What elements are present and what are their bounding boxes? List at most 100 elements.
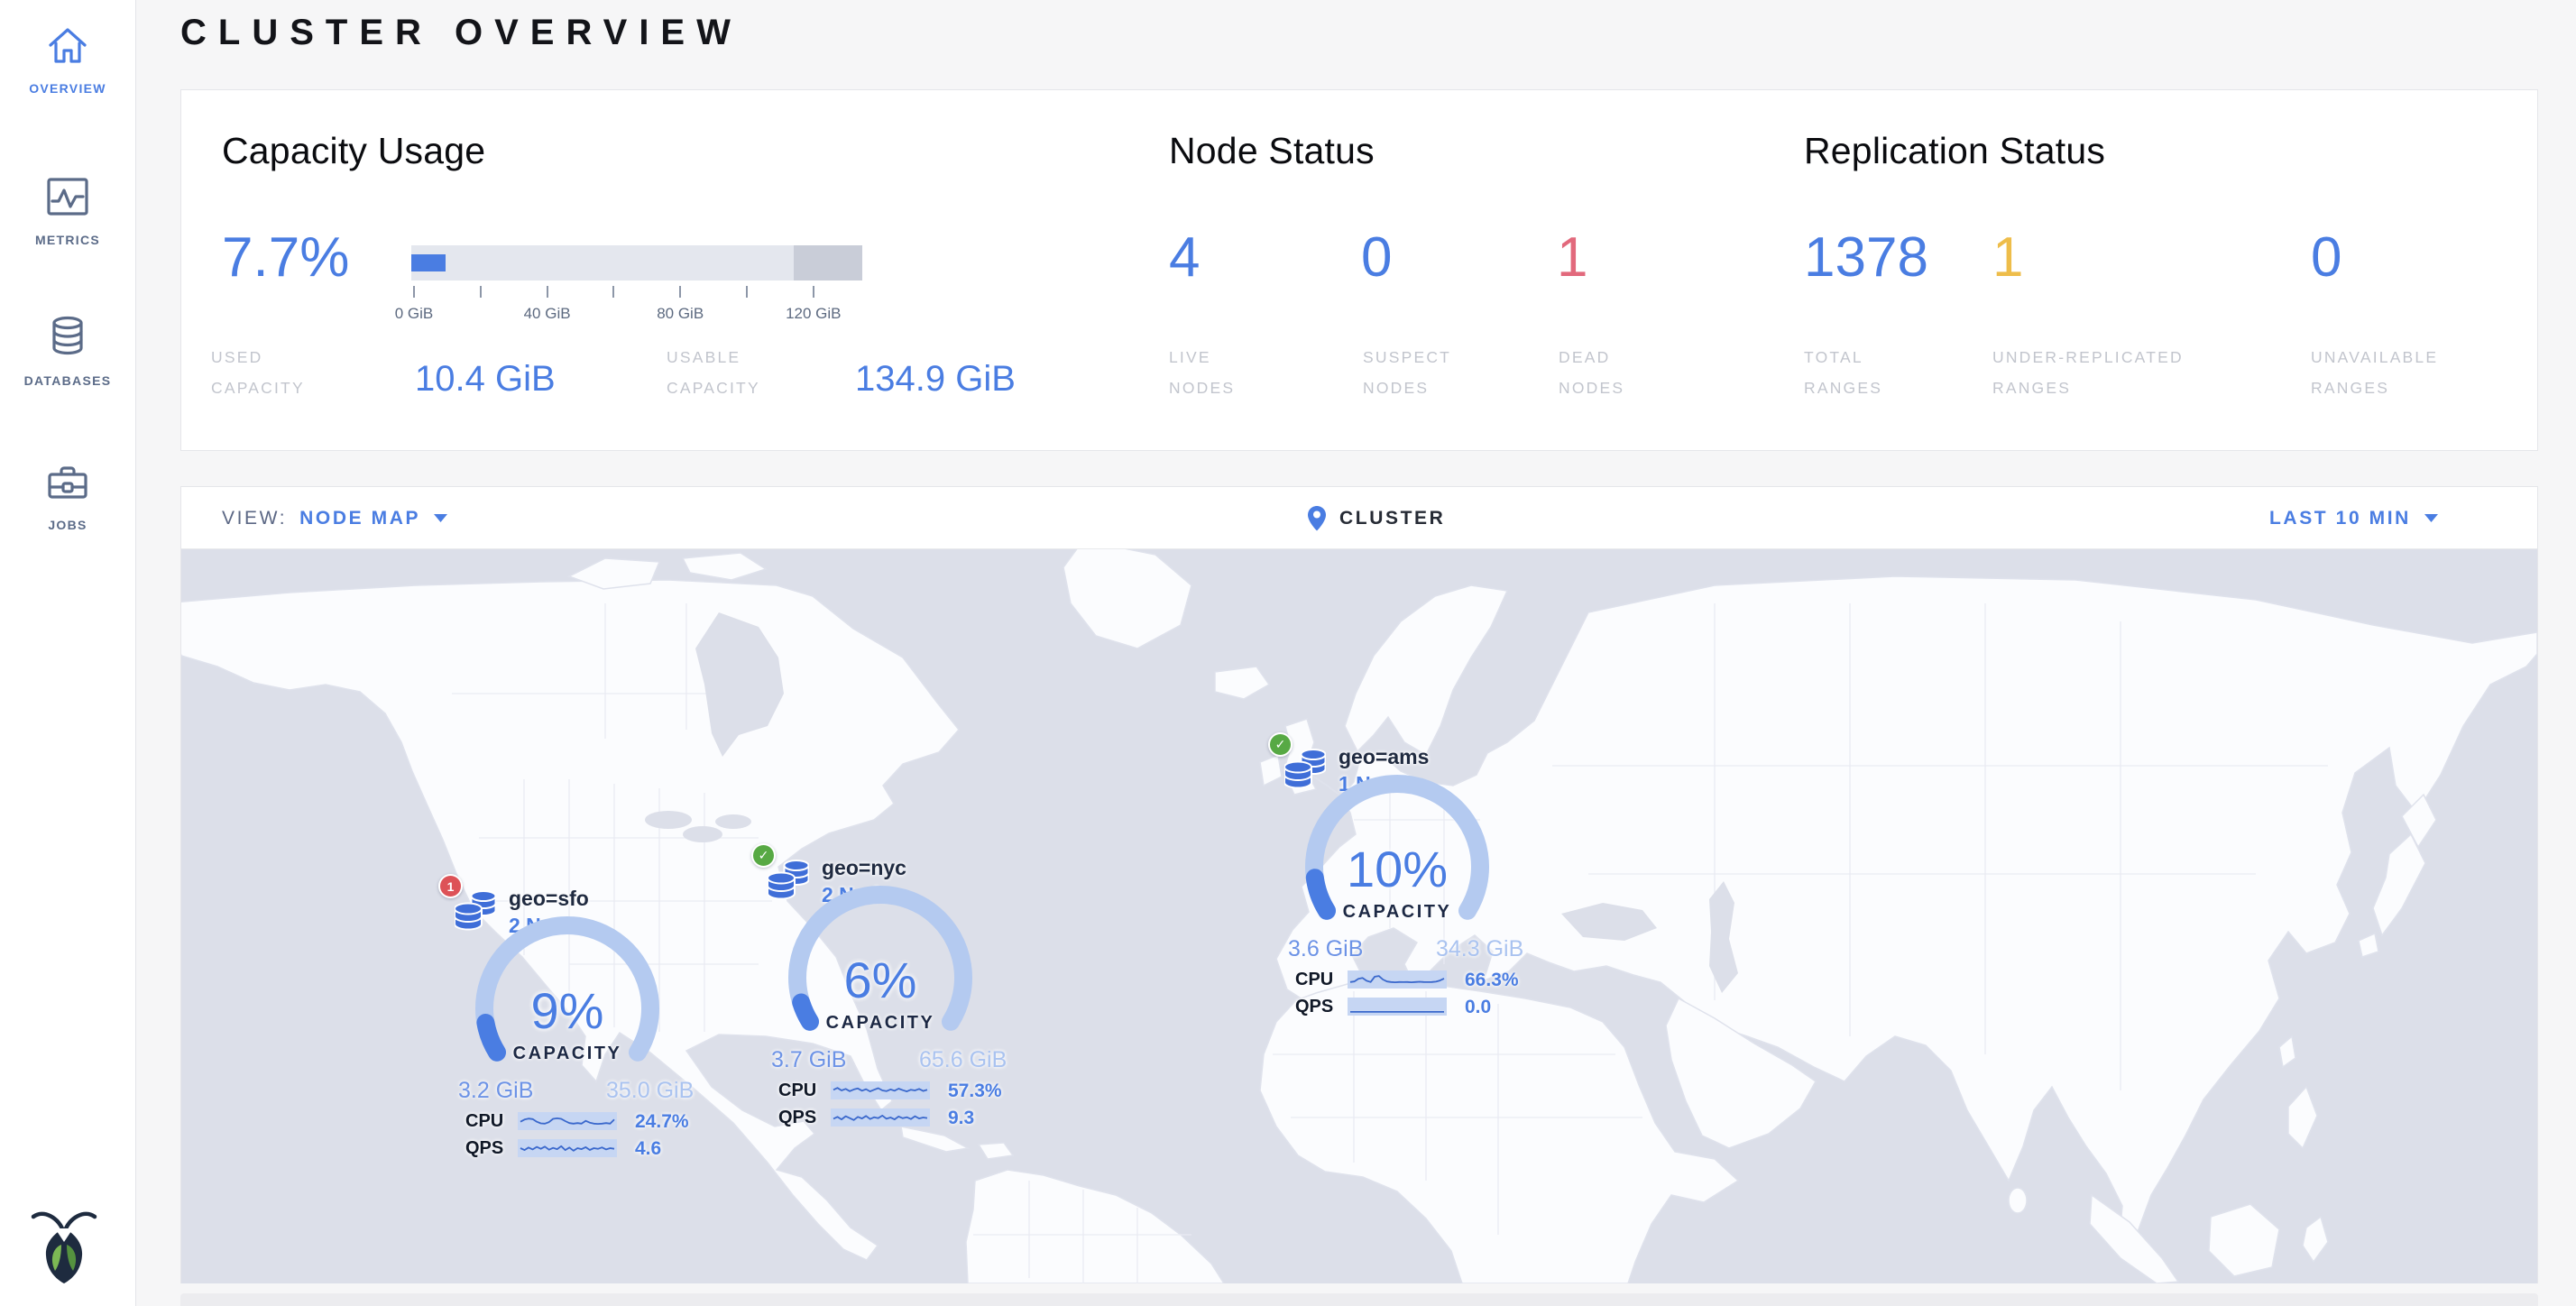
database-stack-icon [768,860,809,901]
map-breadcrumb: CLUSTER [1307,487,1445,549]
view-label: VIEW: [222,508,287,529]
sidebar-item-metrics[interactable]: METRICS [0,171,135,247]
sidebar-item-label: OVERVIEW [0,81,135,96]
locality-nyc[interactable]: ✓ geo=nyc 2 Nodes 6% CAPACITY 3.7 GiB 65… [751,843,1049,1141]
used-capacity-label: USED CAPACITY [211,342,305,403]
qps-label: QPS [465,1138,503,1159]
time-range-selector[interactable]: LAST 10 MIN [2269,487,2439,549]
under-replicated-ranges-count: 1 [1992,230,2023,286]
live-nodes-label: LIVE NODES [1169,342,1235,403]
capacity-bar [411,245,862,281]
home-icon [42,20,93,70]
locality-name: geo=ams [1339,745,1429,769]
capacity-total: 34.3 GiB [1436,936,1523,962]
cpu-label: CPU [1295,970,1333,990]
cpu-label: CPU [465,1111,503,1132]
capacity-percent: 7.7% [222,230,349,286]
qps-value: 9.3 [948,1108,974,1129]
healthy-badge: ✓ [751,843,776,868]
capacity-percent: 6% [808,955,952,1006]
under-replicated-ranges-label: UNDER-REPLICATED RANGES [1992,342,2184,403]
axis-tick-label: 0 GiB [395,305,434,323]
sidebar-item-label: DATABASES [0,373,135,388]
sidebar-item-label: METRICS [0,233,135,247]
locality-name: geo=sfo [509,887,589,911]
map-toolbar: VIEW: NODE MAP CLUSTER LAST 10 MIN [181,487,2537,549]
qps-label: QPS [1295,997,1333,1017]
node-status-title: Node Status [1169,130,1375,172]
locality-ams[interactable]: ✓ geo=ams 1 Node 10% CAPACITY 3.6 GiB 34… [1268,732,1566,1030]
sidebar-item-jobs[interactable]: JOBS [0,456,135,532]
axis-tick [679,286,681,298]
page-title: CLUSTER OVERVIEW [180,13,742,53]
suspect-nodes-count: 0 [1361,230,1392,286]
cpu-metric-row: CPU 66.3% [1268,969,1566,992]
capacity-total: 35.0 GiB [606,1078,694,1104]
qps-metric-row: QPS 9.3 [751,1107,1049,1130]
capacity-bar-fill [411,254,446,271]
dead-nodes-label: DEAD NODES [1559,342,1624,403]
unavailable-ranges-count: 0 [2311,230,2341,286]
cockroachdb-logo[interactable] [27,1205,101,1284]
axis-tick-label: 80 GiB [657,305,704,323]
capacity-caption: CAPACITY [790,1013,971,1034]
total-ranges-count: 1378 [1804,230,1928,286]
database-icon [42,312,93,363]
healthy-badge: ✓ [1268,732,1293,757]
capacity-percent: 9% [495,986,639,1036]
cpu-value: 66.3% [1465,970,1519,991]
axis-tick-label: 40 GiB [524,305,571,323]
usable-capacity-value: 134.9 GiB [855,361,1016,397]
briefcase-icon [42,456,93,507]
chevron-down-icon [433,513,448,523]
qps-metric-row: QPS 0.0 [1268,996,1566,1019]
database-stack-icon [455,890,496,932]
sidebar-item-databases[interactable]: DATABASES [0,312,135,388]
capacity-used: 3.2 GiB [458,1078,533,1104]
cpu-sparkline [518,1112,617,1130]
sidebar-item-label: JOBS [0,518,135,532]
cpu-sparkline [831,1081,930,1099]
replication-status-title: Replication Status [1804,130,2105,172]
axis-tick [413,286,415,298]
dead-nodes-count: 1 [1557,230,1587,286]
database-stack-icon [1284,749,1326,790]
qps-value: 4.6 [635,1138,661,1160]
dead-node-badge: 1 [438,874,463,898]
view-value[interactable]: NODE MAP [299,508,420,529]
suspect-nodes-label: SUSPECT NODES [1363,342,1451,403]
capacity-used: 3.7 GiB [771,1047,846,1073]
qps-value: 0.0 [1465,997,1491,1018]
capacity-percent: 10% [1325,844,1469,895]
node-map[interactable]: 1 geo=sfo 2 Nodes 9% CAPACITY 3.2 GiB 35… [181,549,2537,1283]
cpu-metric-row: CPU 24.7% [438,1110,736,1134]
capacity-bar-reserved-segment [794,245,862,281]
axis-tick [746,286,748,298]
total-ranges-label: TOTAL RANGES [1804,342,1882,403]
locality-sfo[interactable]: 1 geo=sfo 2 Nodes 9% CAPACITY 3.2 GiB 35… [438,874,736,1172]
cluster-summary-card: Capacity Usage 7.7% 0 GiB40 GiB80 GiB120… [180,89,2538,451]
qps-sparkline [831,1108,930,1127]
qps-metric-row: QPS 4.6 [438,1137,736,1161]
cpu-value: 24.7% [635,1111,689,1133]
view-selector[interactable]: VIEW: NODE MAP [222,487,448,549]
qps-sparkline [1348,998,1447,1016]
time-range-value[interactable]: LAST 10 MIN [2269,508,2411,529]
breadcrumb-label: CLUSTER [1339,508,1445,529]
cpu-value: 57.3% [948,1081,1002,1102]
map-pin-icon [1307,505,1327,532]
sidebar-item-overview[interactable]: OVERVIEW [0,20,135,96]
unavailable-ranges-label: UNAVAILABLE RANGES [2311,342,2438,403]
used-capacity-value: 10.4 GiB [415,361,556,397]
usable-capacity-label: USABLE CAPACITY [667,342,760,403]
axis-tick [813,286,814,298]
axis-tick [547,286,548,298]
capacity-caption: CAPACITY [477,1044,658,1064]
qps-sparkline [518,1139,617,1157]
cpu-label: CPU [778,1081,816,1101]
capacity-bar-axis: 0 GiB40 GiB80 GiB120 GiB [411,286,862,340]
axis-tick [612,286,614,298]
axis-tick [480,286,482,298]
cpu-sparkline [1348,970,1447,989]
metrics-graph-icon [42,171,93,222]
